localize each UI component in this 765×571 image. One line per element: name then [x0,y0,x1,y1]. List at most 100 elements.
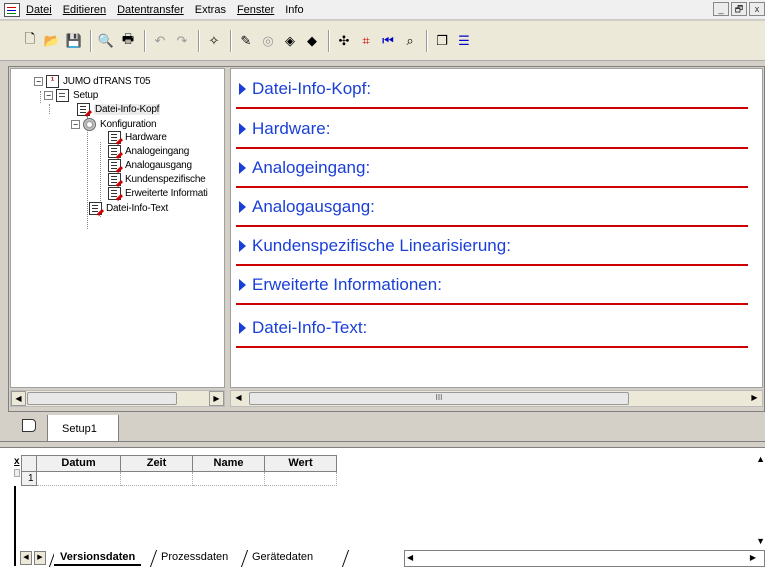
scroll-right-icon[interactable]: ▶ [750,553,756,562]
scroll-left-icon[interactable]: ◀ [407,553,413,562]
sheet-prev-button[interactable]: ◀ [20,551,32,565]
column-header-zeit[interactable]: Zeit [121,455,193,472]
print-icon[interactable]: 🖶 [118,31,138,51]
redo-icon[interactable]: ↷ [172,31,192,51]
tree-horizontal-scrollbar[interactable]: ◀ ▶ [10,390,225,407]
section-datei-info-text[interactable]: Datei-Info-Text: [236,309,748,348]
expand-arrow-icon [239,162,246,174]
table-row[interactable]: 1 [21,472,337,486]
document-icon [108,159,121,172]
tree-item-kundenspezifische[interactable]: Kundenspezifische [108,173,206,186]
edit-icon[interactable]: ✎ [236,31,256,51]
new-file-icon[interactable]: 🗋 [20,31,40,51]
toolbar-separator [230,30,232,52]
scroll-up-icon[interactable]: ▲ [756,454,765,464]
scroll-right-button[interactable]: ▶ [747,391,762,406]
search-icon[interactable]: ⌕ [400,31,420,51]
toolbar-separator [426,30,428,52]
content-pane[interactable]: Datei-Info-Kopf: Hardware: Analogeingang… [230,68,763,388]
cell-datum[interactable] [37,472,121,486]
print-preview-icon[interactable]: 🔍 [96,31,116,51]
menu-datentransfer[interactable]: Datentransfer [117,4,184,16]
section-erweiterte-informationen[interactable]: Erweiterte Informationen: [236,266,748,305]
tree-line [49,104,50,114]
save-icon[interactable]: 💾 [64,31,84,51]
cell-wert[interactable] [265,472,337,486]
app-icon[interactable] [4,2,20,17]
section-label: Analogausgang: [252,197,375,216]
sheet-next-button[interactable]: ▶ [34,551,46,565]
tree-item-hardware[interactable]: Hardware [108,131,167,144]
grid-close-button[interactable]: x [14,456,20,467]
back-icon[interactable]: ⏮ [378,31,398,51]
wand-icon[interactable]: ✧ [204,31,224,51]
column-header-datum[interactable]: Datum [37,455,121,472]
cell-name[interactable] [193,472,265,486]
section-label: Datei-Info-Text: [252,318,368,337]
tree-item-analogausgang[interactable]: Analogausgang [108,159,192,172]
expand-arrow-icon [239,201,246,213]
collapse-icon[interactable]: − [34,77,43,86]
transfer-out-icon[interactable]: ◆ [302,31,322,51]
minimize-button[interactable]: _ [713,2,729,16]
section-analogausgang[interactable]: Analogausgang: [236,188,748,227]
scroll-left-button[interactable]: ◀ [11,391,26,406]
toolbar-separator [90,30,92,52]
transfer-in-icon[interactable]: ◈ [280,31,300,51]
device-icon[interactable]: ✣ [334,31,354,51]
bottom-vertical-scrollbar[interactable]: ▲ ▼ [756,448,765,554]
chart-icon[interactable]: ⌗ [356,31,376,51]
window-cascade-icon[interactable]: ❐ [432,31,452,51]
tab-versionsdaten[interactable]: Versionsdaten [54,550,142,566]
section-hardware[interactable]: Hardware: [236,110,748,149]
collapse-icon[interactable]: − [44,91,53,100]
section-analogeingang[interactable]: Analogeingang: [236,149,748,188]
setup-icon [56,89,69,102]
menu-editieren[interactable]: Editieren [63,4,106,16]
tab-divider [341,550,350,567]
tab-setup1[interactable]: Setup1 [47,415,119,442]
open-folder-icon[interactable]: 📂 [42,31,62,51]
section-kundenspezifische-linearisierung[interactable]: Kundenspezifische Linearisierung: [236,227,748,266]
tree-item-setup[interactable]: − Setup [44,89,98,102]
toolbar-separator [328,30,330,52]
content-horizontal-scrollbar[interactable]: ◀ III ▶ [230,390,763,407]
tree-item-label: Hardware [125,132,167,143]
document-icon [108,145,121,158]
scroll-down-icon[interactable]: ▼ [756,536,765,546]
menu-fenster[interactable]: Fenster [237,4,274,16]
menu-info[interactable]: Info [285,4,303,16]
grid-row-header-corner [21,455,37,472]
tab-geraetedaten[interactable]: Gerätedaten [246,550,319,566]
window-split-icon[interactable]: ☰ [454,31,474,51]
sheet-horizontal-scrollbar[interactable]: ◀ ▶ [404,550,765,567]
tree-item-label: JUMO dTRANS T05 [63,76,151,87]
scroll-left-button[interactable]: ◀ [231,391,246,406]
column-header-name[interactable]: Name [193,455,265,472]
restore-button[interactable]: 🗗 [731,2,747,16]
tree-item-analogeingang[interactable]: Analogeingang [108,145,189,158]
cell-zeit[interactable] [121,472,193,486]
tree-pane[interactable]: − ¹ JUMO dTRANS T05 − Setup Datei-Info-K… [10,68,225,388]
tree-item-datei-info-kopf[interactable]: Datei-Info-Kopf [77,103,161,116]
section-label: Hardware: [252,119,331,138]
menu-extras[interactable]: Extras [195,4,226,16]
collapse-icon[interactable]: − [71,120,80,129]
undo-icon[interactable]: ↶ [150,31,170,51]
disk-icon[interactable]: ◎ [258,31,278,51]
toolbar-separator [198,30,200,52]
tree-item-root[interactable]: − ¹ JUMO dTRANS T05 [34,75,151,88]
scroll-thumb[interactable]: III [249,392,629,405]
section-label: Kundenspezifische Linearisierung: [252,236,511,255]
tree-item-label: Datei-Info-Kopf [94,104,161,115]
section-datei-info-kopf[interactable]: Datei-Info-Kopf: [236,70,748,109]
column-header-wert[interactable]: Wert [265,455,337,472]
menu-datei[interactable]: Datei [26,4,52,16]
tree-item-datei-info-text[interactable]: Datei-Info-Text [89,202,168,215]
close-button[interactable]: x [749,2,765,16]
tree-item-konfiguration[interactable]: − Konfiguration [71,118,157,131]
tab-prozessdaten[interactable]: Prozessdaten [155,550,234,566]
tree-item-erweiterte[interactable]: Erweiterte Informati [108,187,208,200]
scroll-thumb[interactable] [27,392,177,405]
scroll-right-button[interactable]: ▶ [209,391,224,406]
